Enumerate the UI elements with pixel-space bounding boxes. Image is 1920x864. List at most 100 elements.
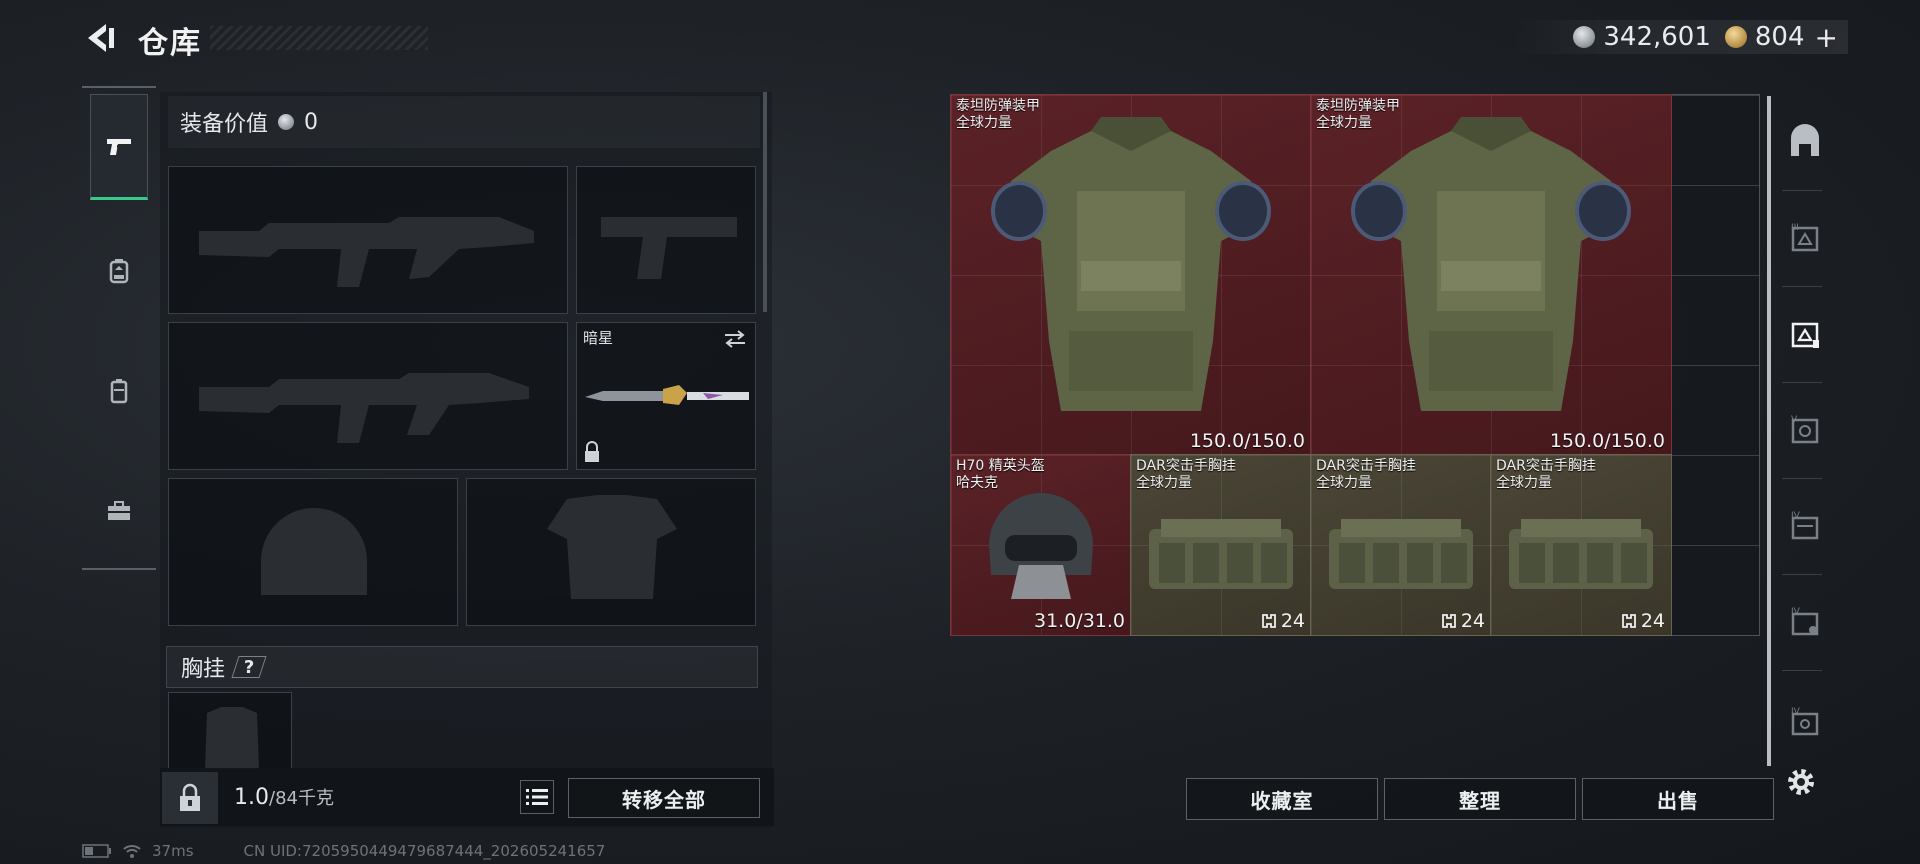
item-capacity-value: 24 bbox=[1640, 610, 1665, 632]
item-name: DAR突击手胸挂 bbox=[1316, 458, 1416, 474]
collection-room-button[interactable]: 收藏室 bbox=[1186, 778, 1378, 820]
helmet-slot[interactable] bbox=[168, 478, 458, 626]
gold-coin-icon bbox=[1724, 26, 1747, 48]
weight-current: 1.0 bbox=[234, 785, 269, 810]
stash-page-4c[interactable]: IV bbox=[1778, 692, 1832, 752]
stash-page-icon: IV bbox=[1791, 511, 1819, 540]
svg-text:V: V bbox=[1791, 415, 1798, 425]
pistol-icon bbox=[107, 139, 131, 155]
chest-rig-header: 胸挂 ? bbox=[166, 646, 758, 688]
back-arrow-icon bbox=[88, 24, 114, 52]
carry-weight: 1.0/84千克 bbox=[234, 784, 334, 810]
sidearm-slot[interactable] bbox=[576, 166, 756, 314]
chest-rig-slot[interactable] bbox=[168, 692, 292, 769]
stash-item-armor[interactable]: 泰坦防弹装甲 全球力量 150.0/150.0 bbox=[1310, 94, 1672, 456]
chest-rig-icon bbox=[1509, 519, 1653, 589]
tab-weapons[interactable] bbox=[90, 94, 148, 200]
item-brand: 全球力量 bbox=[1136, 475, 1192, 491]
body-armor-slot[interactable] bbox=[466, 478, 756, 626]
item-capacity: 24 bbox=[1621, 610, 1665, 632]
svg-text:IV: IV bbox=[1791, 707, 1801, 717]
svg-text:IV: IV bbox=[1791, 607, 1801, 617]
item-capacity: 24 bbox=[1261, 610, 1305, 632]
tab-backpack[interactable] bbox=[90, 218, 148, 324]
stash-item-chest-rig[interactable]: DAR突击手胸挂 全球力量 24 bbox=[1490, 454, 1672, 636]
stash-page-scrollbar[interactable] bbox=[1767, 96, 1771, 766]
chest-rig-icon bbox=[1329, 519, 1473, 589]
primary-weapon-slot[interactable] bbox=[168, 166, 568, 314]
currency-bar: 342,601 804 + bbox=[1513, 20, 1848, 54]
swap-icon[interactable] bbox=[723, 329, 747, 349]
stash-page-icon: V bbox=[1791, 415, 1819, 444]
back-button[interactable] bbox=[80, 18, 120, 58]
item-name: H70 精英头盔 bbox=[956, 458, 1045, 474]
stash-page-icon: III bbox=[1791, 223, 1819, 252]
battery-icon bbox=[82, 844, 111, 858]
item-capacity-value: 24 bbox=[1460, 610, 1485, 632]
equipment-value-label: 装备价值 bbox=[180, 112, 269, 137]
stash-grid[interactable]: 泰坦防弹装甲 全球力量 150.0/150.0 泰坦防弹装甲 全球力量 150.0/… bbox=[950, 94, 1760, 636]
add-currency-button[interactable]: + bbox=[1815, 21, 1838, 54]
toolbox-icon bbox=[108, 501, 130, 520]
stash-page-4a[interactable]: IV bbox=[1778, 496, 1832, 556]
pistol-silhouette-icon bbox=[601, 217, 737, 279]
capacity-icon bbox=[1261, 614, 1276, 628]
item-durability: 150.0/150.0 bbox=[1189, 430, 1305, 452]
sell-button[interactable]: 出售 bbox=[1582, 778, 1774, 820]
item-name: DAR突击手胸挂 bbox=[1136, 458, 1236, 474]
ping: 37ms bbox=[152, 842, 194, 860]
capacity-icon bbox=[1621, 614, 1636, 628]
silver-currency: 342,601 bbox=[1573, 22, 1711, 52]
stash-item-armor[interactable]: 泰坦防弹装甲 全球力量 150.0/150.0 bbox=[950, 94, 1312, 456]
rifle-silhouette-icon bbox=[199, 217, 534, 287]
help-button[interactable]: ? bbox=[231, 656, 267, 678]
melee-slot[interactable]: 暗星 bbox=[576, 322, 756, 470]
equipment-scrollbar[interactable] bbox=[763, 92, 767, 312]
equipment-value: 0 bbox=[304, 109, 319, 135]
stash-page-icon: IV bbox=[1791, 607, 1819, 636]
settings-button[interactable] bbox=[1774, 752, 1828, 812]
lock-icon bbox=[180, 783, 200, 811]
stash-item-chest-rig[interactable]: DAR突击手胸挂 全球力量 24 bbox=[1310, 454, 1492, 636]
tab-armor-rig[interactable] bbox=[90, 338, 148, 444]
item-capacity: 24 bbox=[1441, 610, 1485, 632]
stash-page-icon bbox=[1791, 322, 1819, 348]
chest-rig-icon bbox=[1149, 519, 1293, 589]
backpack-icon bbox=[109, 259, 129, 284]
page-title: 仓库 bbox=[138, 26, 202, 61]
stash-page-main[interactable] bbox=[1778, 112, 1832, 172]
helmet-icon bbox=[989, 493, 1093, 599]
rig-silhouette-icon bbox=[205, 707, 259, 769]
stash-page-5[interactable]: V bbox=[1778, 400, 1832, 460]
secondary-weapon-slot[interactable] bbox=[168, 322, 568, 470]
stash-page-4b[interactable]: IV bbox=[1778, 592, 1832, 652]
tab-toolbox[interactable] bbox=[90, 458, 148, 564]
weight-max: /84千克 bbox=[269, 788, 334, 809]
stash-page-active[interactable] bbox=[1778, 304, 1832, 364]
secure-container-button[interactable] bbox=[162, 772, 218, 824]
capacity-icon bbox=[1441, 614, 1456, 628]
gold-currency[interactable]: 804 + bbox=[1724, 21, 1838, 54]
helmet-silhouette-icon bbox=[261, 508, 367, 595]
stash-page-3[interactable]: III bbox=[1778, 208, 1832, 268]
melee-name: 暗星 bbox=[583, 329, 614, 347]
gold-amount: 804 bbox=[1754, 22, 1805, 52]
sort-button[interactable]: 整理 bbox=[1384, 778, 1576, 820]
gear-icon bbox=[1788, 769, 1814, 795]
knife-icon bbox=[585, 385, 749, 405]
silver-amount: 342,601 bbox=[1603, 22, 1711, 52]
body-armor-icon bbox=[1351, 117, 1631, 411]
help-label: ? bbox=[243, 656, 255, 678]
equipment-value-bar: 装备价值 0 bbox=[168, 96, 760, 148]
stash-item-helmet[interactable]: H70 精英头盔 哈夫克 31.0/31.0 bbox=[950, 454, 1132, 636]
body-armor-icon bbox=[991, 117, 1271, 411]
stash-item-chest-rig[interactable]: DAR突击手胸挂 全球力量 24 bbox=[1130, 454, 1312, 636]
item-brand: 全球力量 bbox=[1316, 475, 1372, 491]
wifi-icon bbox=[123, 845, 141, 858]
item-brand: 全球力量 bbox=[1496, 475, 1552, 491]
silver-coin-icon bbox=[278, 114, 295, 130]
transfer-all-button[interactable]: 转移全部 bbox=[568, 778, 760, 818]
list-view-button[interactable] bbox=[520, 780, 554, 814]
chest-rig-label: 胸挂 bbox=[181, 657, 226, 682]
item-capacity-value: 24 bbox=[1280, 610, 1305, 632]
